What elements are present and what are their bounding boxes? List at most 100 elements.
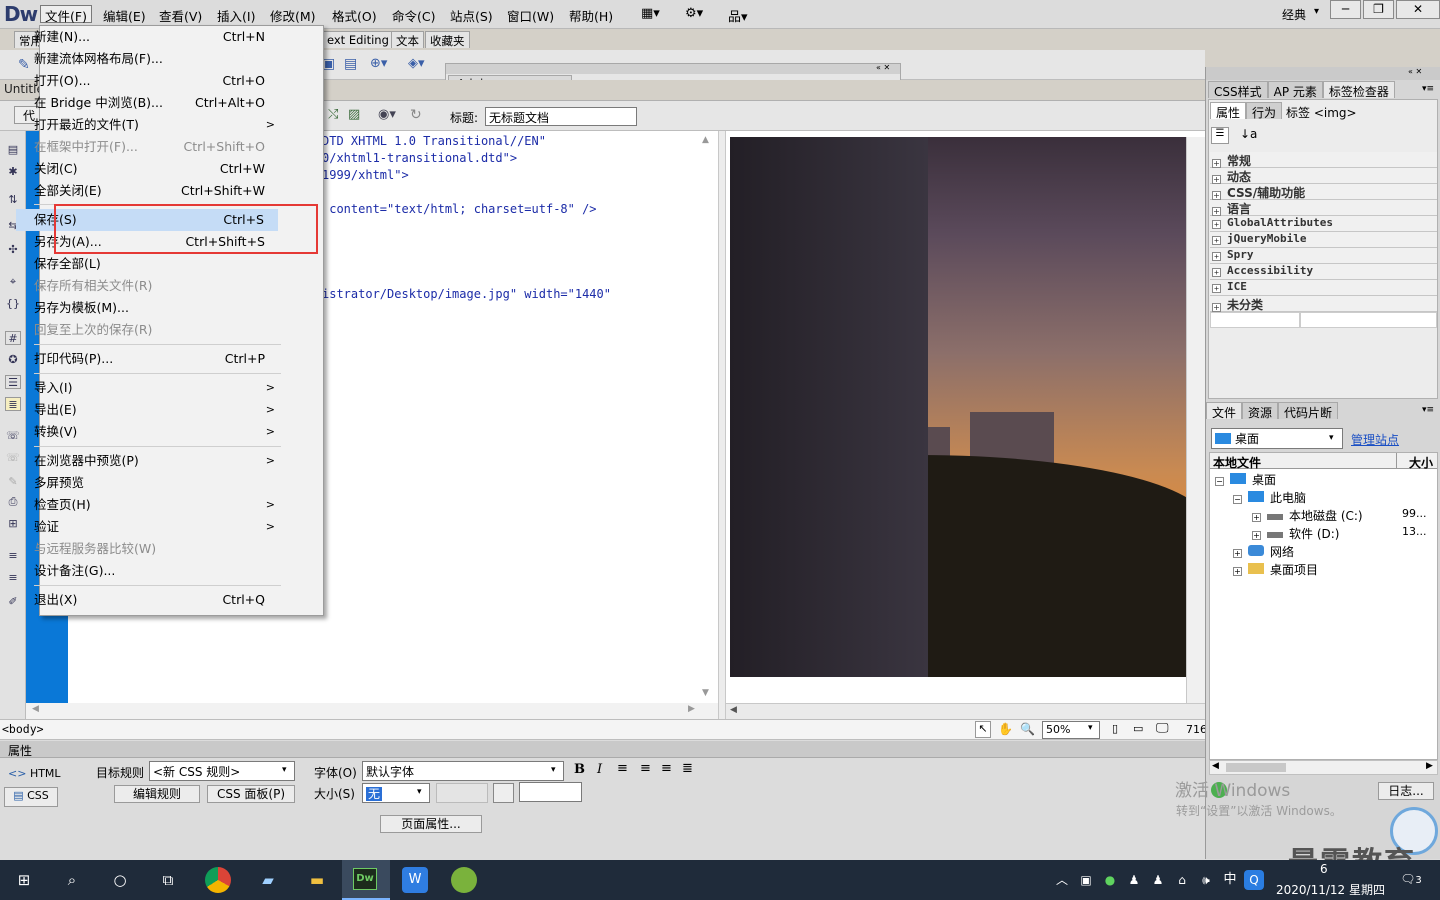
log-button[interactable]: 日志... [1378,782,1434,800]
scroll-left-icon[interactable]: ◀ [730,705,737,715]
menu-window[interactable]: 窗口(W) [503,6,558,25]
menu-item-close-all[interactable]: 全部关闭(E) Ctrl+Shift+W [34,180,279,202]
highlight-invalid-icon[interactable]: {} [5,297,21,311]
html-mode-button[interactable]: <> HTML [8,767,61,780]
bold-button[interactable]: B [574,762,585,777]
menu-item-open[interactable]: 打开(O)... Ctrl+O [34,70,279,92]
widget-icon[interactable]: ⊕▾ [370,56,387,71]
chevron-down-icon[interactable]: ▾ [282,765,287,775]
column-divider[interactable] [1396,453,1397,468]
justify-icon[interactable]: ≣ [682,761,693,776]
wps-icon[interactable]: W [402,867,428,893]
insert-tab-text[interactable]: 文本 [391,31,424,48]
menu-item-compare-remote[interactable]: 与远程服务器比较(W) [34,538,279,560]
insert-tab-text-editing[interactable]: ext Editing [322,31,394,48]
expand-icon[interactable]: + [1252,531,1261,540]
menu-item-design-notes[interactable]: 设计备注(G)... [34,560,279,582]
category-accessibility[interactable]: + Accessibility [1210,264,1437,280]
minimize-icon[interactable]: ─ [1330,0,1361,19]
insert-tab-favorites[interactable]: 收藏夹 [425,31,470,48]
tablet-size-icon[interactable]: ▭ [1133,722,1143,735]
close-icon[interactable]: ✕ [1396,0,1440,19]
menu-item-close[interactable]: 关闭(C) Ctrl+W [34,158,279,180]
attribute-name-cell[interactable] [1210,312,1300,328]
indent-icon[interactable]: ⊞ [5,517,21,531]
design-horizontal-scrollbar[interactable]: ◀ [726,703,1206,719]
menu-item-check-page[interactable]: 检查页(H) > [34,494,279,516]
link-icon[interactable]: ✎ [18,57,30,73]
mobile-size-icon[interactable]: ▯ [1112,722,1118,735]
collapse-icon[interactable]: « ✕ [1408,67,1422,76]
media-icon[interactable]: ▤ [344,56,357,72]
gear-icon[interactable]: ⚙▾ [685,6,703,21]
menu-item-save-related[interactable]: 保存所有相关文件(R) [34,275,279,297]
design-vertical-scrollbar[interactable] [1186,137,1206,703]
preview-icon[interactable]: ◉▾ [378,107,396,122]
chevron-down-icon[interactable]: ▾ [1329,433,1334,443]
css-panel-button[interactable]: CSS 面板(P) [207,785,295,803]
italic-button[interactable]: I [597,762,602,777]
site-icon[interactable]: 品▾ [728,6,748,25]
menu-modify[interactable]: 修改(M) [266,6,320,25]
menu-item-multiscreen[interactable]: 多屏预览 [34,472,279,494]
align-center-icon[interactable]: ≡ [640,761,651,776]
scroll-left-icon[interactable]: ◀ [1212,761,1219,771]
open-documents-icon[interactable]: ▤ [5,143,21,157]
search-icon[interactable]: ⌕ [58,866,86,894]
format-icon[interactable]: ✐ [5,595,21,609]
color-picker-button[interactable] [493,783,514,803]
line-numbers-icon[interactable]: ⌖ [5,275,21,289]
category-spry[interactable]: + Spry [1210,248,1437,264]
menu-item-convert[interactable]: 转换(V) > [34,421,279,443]
menu-item-validate[interactable]: 验证 > [34,516,279,538]
category-global-attributes[interactable]: + GlobalAttributes [1210,216,1437,232]
title-input[interactable]: 无标题文档 [485,107,637,126]
tree-drive-c[interactable]: + 本地磁盘 (C:) [1252,507,1363,524]
collapse-tag-icon[interactable]: ✱ [5,165,21,179]
menu-edit[interactable]: 编辑(E) [99,6,150,25]
info-bar-icon[interactable]: ✪ [5,353,21,367]
tab-tag-inspector[interactable]: 标签检查器 [1322,81,1395,99]
tree-this-pc[interactable]: − 此电脑 [1233,489,1306,506]
media-player-icon[interactable] [451,867,477,893]
windows-start-icon[interactable]: ⊞ [10,866,38,894]
balance-braces-icon[interactable]: ✣ [5,243,21,257]
syntax-error-icon[interactable]: # [5,331,21,345]
window-size-readout[interactable]: 716 [1186,723,1207,736]
expand-icon[interactable]: + [1212,175,1221,184]
tab-assets[interactable]: 资源 [1242,402,1279,420]
refresh-icon[interactable]: ↻ [410,107,422,123]
template-icon[interactable]: ◈▾ [408,56,425,71]
scroll-thumb[interactable] [1226,763,1286,772]
category-view-icon[interactable]: ☰ [1211,127,1229,144]
chrome-icon[interactable] [205,867,231,893]
hand-icon[interactable]: ✋ [998,722,1013,736]
menu-item-browse-bridge[interactable]: 在 Bridge 中浏览(B)... Ctrl+Alt+O [34,92,279,114]
panel-menu-icon[interactable]: ▾≡ [1422,405,1434,415]
edit-rule-button[interactable]: 编辑规则 [114,785,200,803]
task-view-icon[interactable]: ⧉ [154,866,182,894]
menu-item-open-recent[interactable]: 打开最近的文件(T) > [34,114,279,136]
css-mode-button[interactable]: ▤ CSS [4,787,58,807]
menu-item-save-all[interactable]: 保存全部(L) [34,253,279,275]
format-source-icon[interactable]: ≡ [5,571,21,585]
target-rule-select[interactable]: <新 CSS 规则> [149,761,295,781]
menu-item-exit[interactable]: 退出(X) Ctrl+Q [34,589,279,611]
menu-item-import[interactable]: 导入(I) > [34,377,279,399]
check-icon[interactable]: ⤭ [328,107,338,122]
code-horizontal-scrollbar[interactable]: ◀ ▶ [26,703,718,719]
menu-format[interactable]: 格式(O) [328,6,381,25]
menu-item-open-in-frame[interactable]: 在框架中打开(F)... Ctrl+Shift+O [34,136,279,158]
category-general[interactable]: + 常规 [1210,152,1437,168]
menu-item-new-fluid-grid[interactable]: 新建流体网格布局(F)... [34,48,279,70]
menu-commands[interactable]: 命令(C) [388,6,439,25]
tab-attributes[interactable]: 属性 [1210,102,1247,120]
desktop-size-icon[interactable]: 🖵 [1156,721,1169,736]
expand-icon[interactable]: + [1212,284,1221,293]
tab-snippets[interactable]: 代码片断 [1278,402,1339,420]
expand-icon[interactable]: + [1212,236,1221,245]
file-explorer-icon[interactable]: ▬ [303,866,331,894]
menu-view[interactable]: 查看(V) [155,6,206,25]
clock-time[interactable]: 6 [1320,862,1328,876]
tag-selector[interactable]: <body> [2,722,44,736]
